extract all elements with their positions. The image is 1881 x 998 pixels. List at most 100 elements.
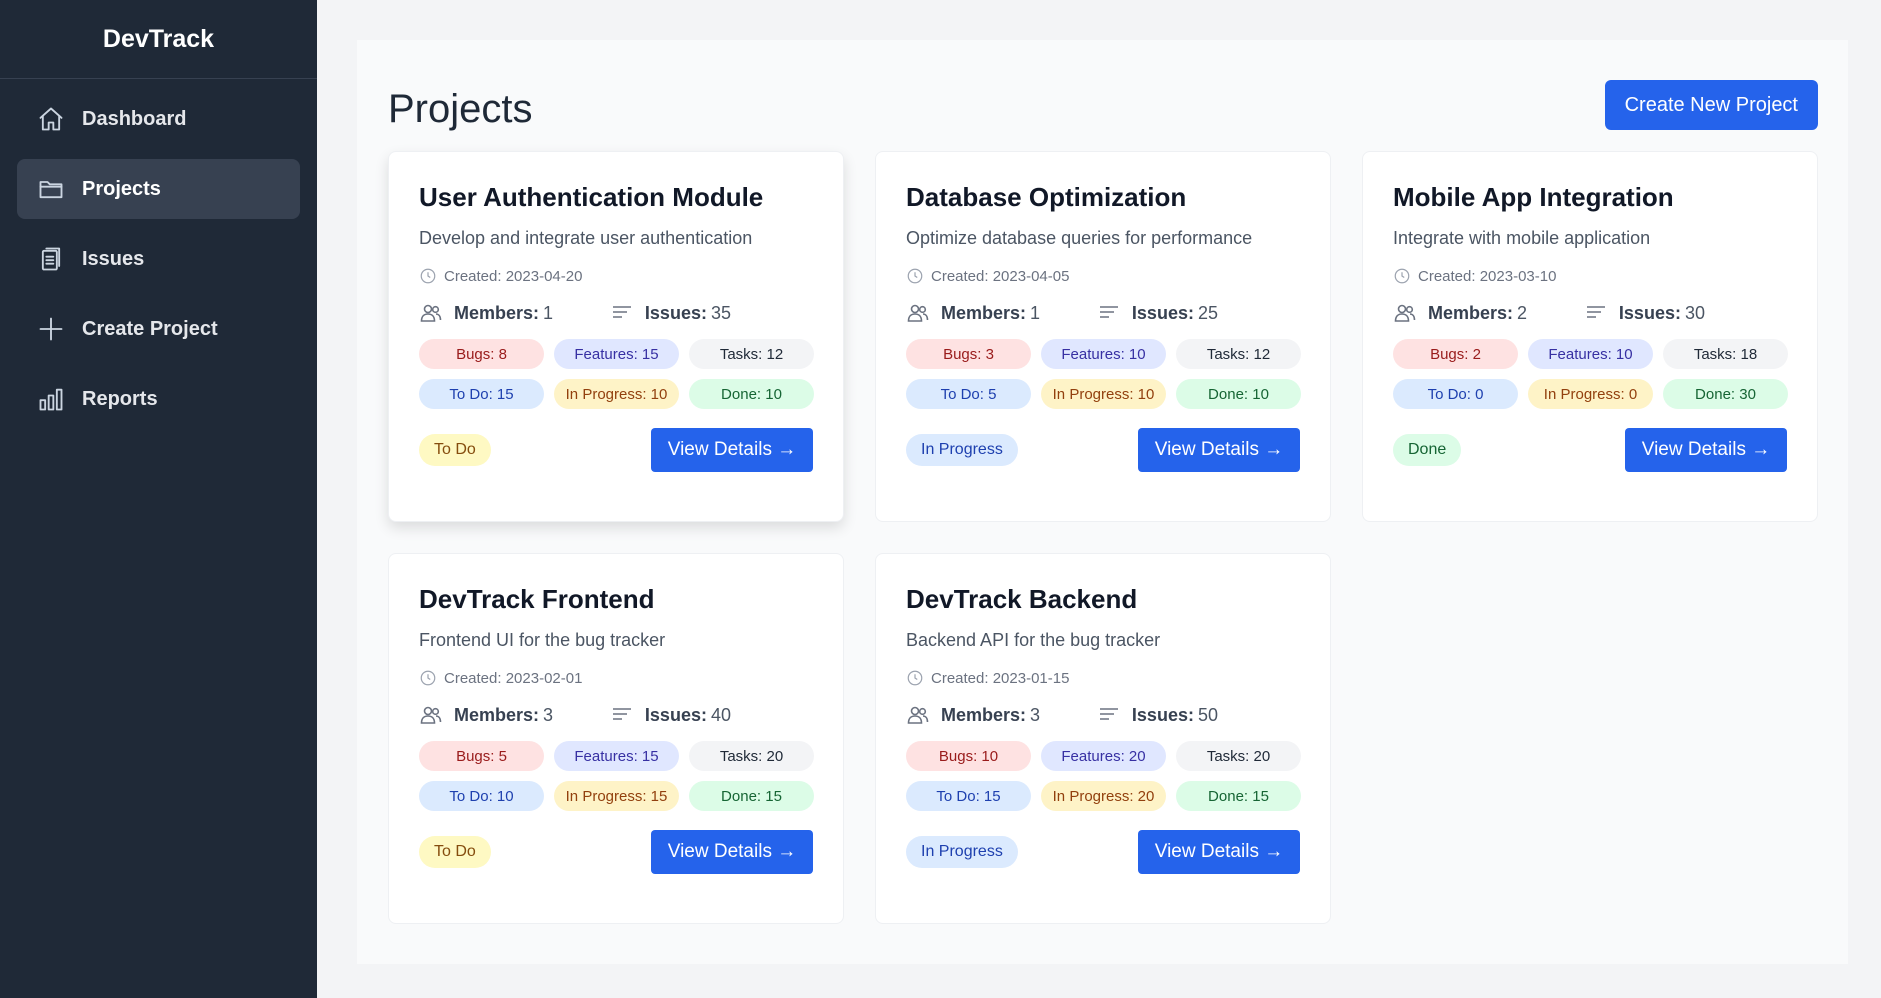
features-pill: Features: 15: [554, 339, 679, 369]
members-value: 1: [1030, 302, 1041, 323]
issue-stats: Bugs: 3 Features: 10 Tasks: 12 To Do: 5 …: [906, 339, 1301, 409]
folder-icon: [37, 175, 65, 203]
issues-label: Issues:: [1131, 704, 1194, 725]
plus-icon: [37, 315, 65, 343]
sidebar-item-projects[interactable]: Projects: [17, 159, 300, 219]
home-icon: [37, 105, 65, 133]
view-details-button[interactable]: View Details →: [651, 830, 813, 874]
card-footer: To Do View Details →: [419, 428, 813, 472]
main-content: Projects Create New Project User Authent…: [357, 40, 1848, 964]
bugs-pill: Bugs: 2: [1393, 339, 1518, 369]
brand-logo[interactable]: DevTrack: [0, 0, 317, 79]
todo-pill: To Do: 10: [419, 781, 544, 811]
project-created: Created: 2023-02-01: [419, 669, 813, 687]
todo-pill: To Do: 0: [1393, 379, 1518, 409]
page-title: Projects: [388, 87, 533, 131]
view-details-button[interactable]: View Details →: [1625, 428, 1787, 472]
clock-icon: [906, 267, 931, 285]
sidebar-nav: Dashboard Projects Issues Create Project…: [0, 79, 317, 449]
issues-value: 30: [1684, 302, 1705, 323]
features-pill: Features: 10: [1041, 339, 1166, 369]
done-pill: Done: 15: [689, 781, 814, 811]
members-value: 2: [1517, 302, 1528, 323]
clock-icon: [1393, 267, 1418, 285]
tasks-pill: Tasks: 18: [1663, 339, 1788, 369]
members-label: Members:: [941, 302, 1027, 323]
project-title: DevTrack Frontend: [419, 584, 655, 614]
in-progress-pill: In Progress: 15: [554, 781, 679, 811]
sidebar-item-dashboard[interactable]: Dashboard: [17, 89, 300, 149]
users-icon: [420, 304, 442, 322]
users-icon: [420, 706, 442, 724]
list-icon: [612, 306, 631, 318]
project-created: Created: 2023-04-05: [906, 267, 1300, 285]
status-badge: In Progress: [906, 836, 1018, 868]
sidebar-item-label: Projects: [82, 177, 161, 200]
members-label: Members:: [941, 704, 1027, 725]
projects-grid: User Authentication Module Develop and i…: [388, 151, 1818, 924]
created-date: Created: 2023-02-01: [444, 669, 583, 687]
issues-label: Issues:: [644, 302, 707, 323]
sidebar-item-label: Reports: [82, 387, 158, 410]
project-title: DevTrack Backend: [906, 584, 1138, 614]
members-label: Members:: [454, 704, 540, 725]
status-badge: In Progress: [906, 434, 1018, 466]
members-count: Members: 1: [419, 301, 553, 325]
issues-count: Issues: 35: [610, 301, 731, 325]
sidebar-item-reports[interactable]: Reports: [17, 369, 300, 429]
bugs-pill: Bugs: 3: [906, 339, 1031, 369]
members-label: Members:: [1428, 302, 1514, 323]
issues-label: Issues:: [1131, 302, 1194, 323]
project-title: Mobile App Integration: [1393, 182, 1674, 212]
created-date: Created: 2023-04-20: [444, 267, 583, 285]
sidebar-item-issues[interactable]: Issues: [17, 229, 300, 289]
project-meta: Members: 3 Issues: 50: [906, 703, 1300, 727]
sidebar-item-create-project[interactable]: Create Project: [17, 299, 300, 359]
members-count: Members: 3: [906, 703, 1040, 727]
view-details-button[interactable]: View Details →: [651, 428, 813, 472]
project-created: Created: 2023-01-15: [906, 669, 1300, 687]
project-description: Develop and integrate user authenticatio…: [419, 228, 753, 248]
in-progress-pill: In Progress: 10: [554, 379, 679, 409]
project-description: Backend API for the bug tracker: [906, 630, 1161, 650]
users-icon: [907, 706, 929, 724]
issues-count: Issues: 30: [1584, 301, 1705, 325]
created-date: Created: 2023-04-05: [931, 267, 1070, 285]
members-value: 3: [543, 704, 554, 725]
sidebar-item-label: Create Project: [82, 317, 218, 340]
members-count: Members: 3: [419, 703, 553, 727]
todo-pill: To Do: 15: [906, 781, 1031, 811]
card-footer: To Do View Details →: [419, 830, 813, 874]
project-title: User Authentication Module: [419, 182, 764, 212]
status-badge: To Do: [419, 836, 491, 868]
users-icon: [907, 304, 929, 322]
project-card: DevTrack Backend Backend API for the bug…: [875, 553, 1331, 924]
tasks-pill: Tasks: 12: [689, 339, 814, 369]
view-details-button[interactable]: View Details →: [1138, 428, 1300, 472]
create-new-project-button[interactable]: Create New Project: [1604, 80, 1818, 130]
status-badge: To Do: [419, 434, 491, 466]
todo-pill: To Do: 5: [906, 379, 1031, 409]
clock-icon: [419, 669, 444, 687]
tasks-pill: Tasks: 12: [1176, 339, 1301, 369]
issues-value: 40: [710, 704, 731, 725]
project-created: Created: 2023-04-20: [419, 267, 813, 285]
features-pill: Features: 15: [554, 741, 679, 771]
issue-stats: Bugs: 5 Features: 15 Tasks: 20 To Do: 10…: [419, 741, 814, 811]
project-card: User Authentication Module Develop and i…: [388, 151, 844, 522]
members-label: Members:: [454, 302, 540, 323]
features-pill: Features: 10: [1528, 339, 1653, 369]
project-meta: Members: 1 Issues: 35: [419, 301, 813, 325]
created-date: Created: 2023-03-10: [1418, 267, 1557, 285]
done-pill: Done: 10: [1176, 379, 1301, 409]
in-progress-pill: In Progress: 0: [1528, 379, 1653, 409]
list-icon: [612, 708, 631, 720]
done-pill: Done: 10: [689, 379, 814, 409]
issues-value: 50: [1197, 704, 1218, 725]
project-description: Integrate with mobile application: [1393, 228, 1651, 248]
features-pill: Features: 20: [1041, 741, 1166, 771]
project-meta: Members: 3 Issues: 40: [419, 703, 813, 727]
project-card: Mobile App Integration Integrate with mo…: [1362, 151, 1818, 522]
issues-count: Issues: 25: [1097, 301, 1218, 325]
view-details-button[interactable]: View Details →: [1138, 830, 1300, 874]
